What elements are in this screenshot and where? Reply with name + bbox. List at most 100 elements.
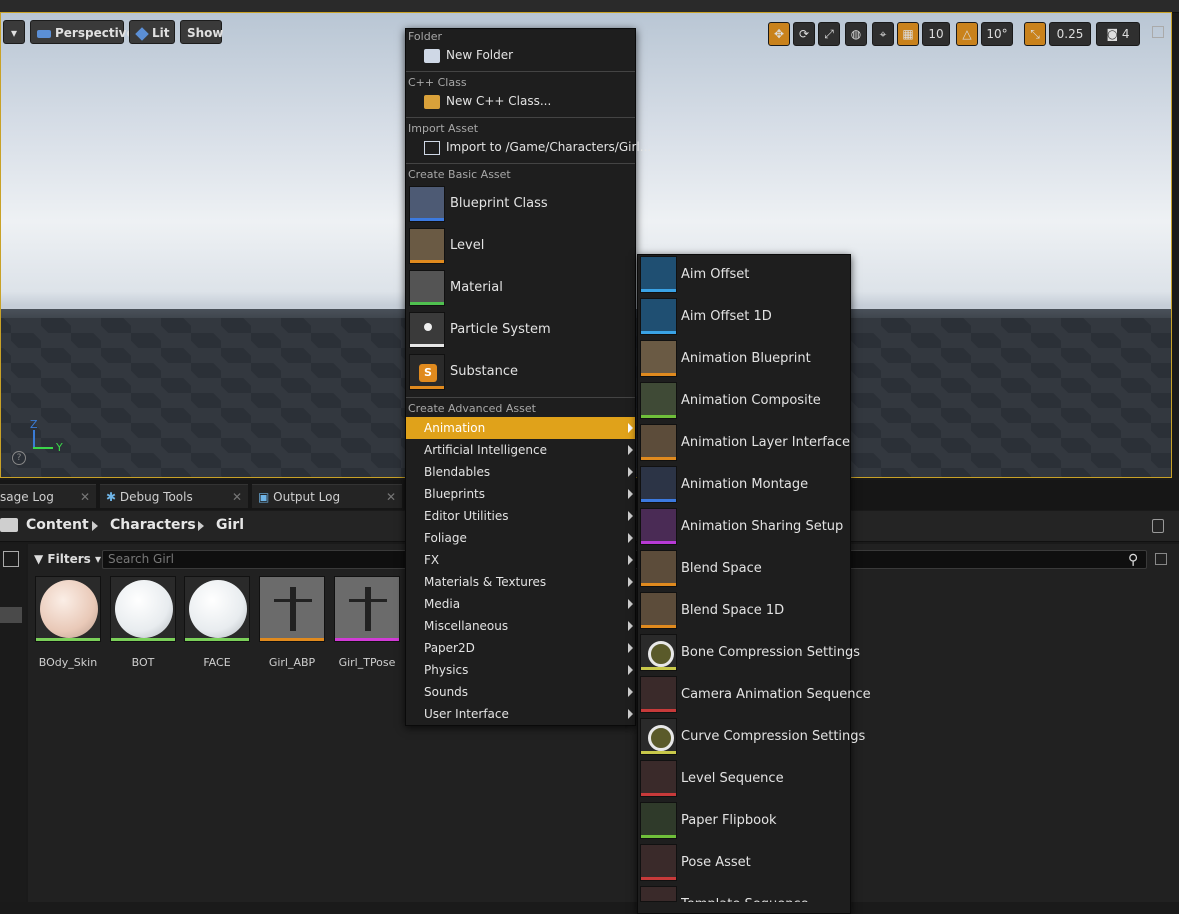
menu-item-level[interactable]: Level: [450, 238, 484, 253]
asset-thumbnail[interactable]: [110, 576, 176, 642]
viewport-options-button[interactable]: ▾: [3, 20, 25, 44]
rotate-tool-icon[interactable]: ⟳: [793, 22, 815, 46]
breadcrumb-arrow-icon[interactable]: [92, 521, 98, 531]
menu-item-import[interactable]: Import to /Game/Characters/Girl...: [446, 140, 651, 154]
asset-type-bar: [36, 638, 100, 641]
submenu-item-animation-sharing-setup[interactable]: Animation Sharing Setup: [681, 519, 843, 534]
close-icon[interactable]: ✕: [386, 485, 396, 509]
submenu-item-level-sequence[interactable]: Level Sequence: [681, 771, 784, 786]
menu-item-substance[interactable]: Substance: [450, 364, 518, 379]
adv-item-label: Miscellaneous: [424, 619, 509, 633]
submenu-item-animation-blueprint[interactable]: Animation Blueprint: [681, 351, 811, 366]
menu-item-material[interactable]: Material: [450, 280, 503, 295]
breadcrumb-arrow-icon[interactable]: [198, 521, 204, 531]
menu-item-foliage[interactable]: Foliage: [406, 527, 635, 549]
lit-button[interactable]: Lit: [129, 20, 175, 44]
tab-message-log[interactable]: sage Log ✕: [0, 484, 96, 508]
blueprint-class-icon: [409, 186, 445, 222]
submenu-item-curve-compression-settings[interactable]: Curve Compression Settings: [681, 729, 865, 744]
rotation-snap-value[interactable]: 10°: [981, 22, 1013, 46]
chevron-right-icon: [628, 687, 633, 697]
menu-item-paper2d[interactable]: Paper2D: [406, 637, 635, 659]
material-sphere: [40, 580, 98, 638]
output-log-icon: ▣: [258, 490, 270, 504]
submenu-item-animation-montage[interactable]: Animation Montage: [681, 477, 808, 492]
submenu-item-bone-compression-settings[interactable]: Bone Compression Settings: [681, 645, 860, 660]
menu-item-fx[interactable]: FX: [406, 549, 635, 571]
menu-item-miscellaneous[interactable]: Miscellaneous: [406, 615, 635, 637]
breadcrumb-characters[interactable]: Characters: [110, 517, 196, 533]
menu-item-blendables[interactable]: Blendables: [406, 461, 635, 483]
menu-item-new-cpp-class[interactable]: New C++ Class...: [446, 94, 551, 108]
maximize-viewport-icon[interactable]: [1152, 26, 1164, 38]
tab-output-log[interactable]: ▣ Output Log ✕: [252, 484, 402, 508]
adv-item-label: Artificial Intelligence: [424, 443, 547, 457]
perspective-button[interactable]: Perspective: [30, 20, 135, 44]
submenu-item-blend-space[interactable]: Blend Space: [681, 561, 762, 576]
template-sequence-icon: [640, 886, 677, 902]
help-icon[interactable]: ?: [12, 451, 26, 465]
substance-icon: S: [409, 354, 445, 390]
grid-snap-icon[interactable]: ▦: [897, 22, 919, 46]
chevron-right-icon: [628, 555, 633, 565]
close-icon[interactable]: ✕: [232, 485, 242, 509]
menu-item-new-folder[interactable]: New Folder: [446, 48, 513, 62]
sources-panel-strip: [0, 544, 26, 902]
camera-animation-sequence-icon: [640, 676, 677, 713]
camera-speed-button[interactable]: ◙ 4: [1096, 22, 1140, 46]
blend-space-1d-icon: [640, 592, 677, 629]
show-button[interactable]: Show: [180, 20, 224, 44]
chevron-right-icon: [628, 467, 633, 477]
menu-item-user-interface[interactable]: User Interface: [406, 703, 635, 725]
asset-thumbnail[interactable]: [259, 576, 325, 642]
search-icon[interactable]: ⚲: [1128, 552, 1138, 568]
scale-tool-icon[interactable]: ⤢: [818, 22, 840, 46]
surface-snap-icon[interactable]: ⌖: [872, 22, 894, 46]
submenu-item-camera-animation-sequence[interactable]: Camera Animation Sequence: [681, 687, 871, 702]
menu-item-blueprint-class[interactable]: Blueprint Class: [450, 196, 548, 211]
translate-tool-icon[interactable]: ✥: [768, 22, 790, 46]
sources-selected-row[interactable]: [0, 607, 22, 623]
asset-thumbnail[interactable]: [184, 576, 250, 642]
lock-icon[interactable]: [1152, 519, 1164, 533]
menu-item-animation[interactable]: Animation: [406, 417, 635, 439]
submenu-item-aim-offset-1d[interactable]: Aim Offset 1D: [681, 309, 772, 324]
breadcrumb-content[interactable]: Content: [26, 517, 89, 533]
submenu-item-paper-flipbook[interactable]: Paper Flipbook: [681, 813, 777, 828]
menu-item-blueprints[interactable]: Blueprints: [406, 483, 635, 505]
submenu-item-pose-asset[interactable]: Pose Asset: [681, 855, 751, 870]
tab-label: sage Log: [0, 490, 54, 504]
chevron-right-icon: [628, 621, 633, 631]
close-icon[interactable]: ✕: [80, 485, 90, 509]
tab-debug-tools[interactable]: ✱ Debug Tools ✕: [100, 484, 248, 508]
menu-item-editor-utilities[interactable]: Editor Utilities: [406, 505, 635, 527]
cube-icon: [135, 26, 149, 41]
menu-item-media[interactable]: Media: [406, 593, 635, 615]
asset-thumbnail[interactable]: [334, 576, 400, 642]
world-space-icon[interactable]: ◍: [845, 22, 867, 46]
asset-type-bar: [260, 638, 324, 641]
adv-item-label: Blueprints: [424, 487, 486, 501]
save-search-icon[interactable]: [1155, 553, 1167, 565]
menu-item-physics[interactable]: Physics: [406, 659, 635, 681]
menu-item-artificial-intelligence[interactable]: Artificial Intelligence: [406, 439, 635, 461]
asset-thumbnail[interactable]: [35, 576, 101, 642]
submenu-item-animation-layer-interface[interactable]: Animation Layer Interface: [681, 435, 850, 450]
section-header-basic: Create Basic Asset: [408, 168, 511, 181]
submenu-item-aim-offset[interactable]: Aim Offset: [681, 267, 749, 282]
sources-toggle-icon[interactable]: [3, 551, 19, 567]
submenu-item-blend-space-1d[interactable]: Blend Space 1D: [681, 603, 784, 618]
menu-item-particle-system[interactable]: Particle System: [450, 322, 551, 337]
grid-snap-value[interactable]: 10: [922, 22, 950, 46]
breadcrumb-girl[interactable]: Girl: [216, 517, 244, 533]
submenu-item-template-sequence[interactable]: Template Sequence: [681, 897, 809, 902]
scale-snap-icon[interactable]: ⤡: [1024, 22, 1046, 46]
lit-label: Lit: [152, 26, 170, 40]
menu-item-sounds[interactable]: Sounds: [406, 681, 635, 703]
menu-item-materials-textures[interactable]: Materials & Textures: [406, 571, 635, 593]
submenu-item-animation-composite[interactable]: Animation Composite: [681, 393, 821, 408]
filters-button[interactable]: ▼ Filters ▾: [34, 549, 101, 569]
rotation-snap-icon[interactable]: △: [956, 22, 978, 46]
animation-blueprint-icon: [640, 340, 677, 377]
scale-snap-value[interactable]: 0.25: [1049, 22, 1091, 46]
